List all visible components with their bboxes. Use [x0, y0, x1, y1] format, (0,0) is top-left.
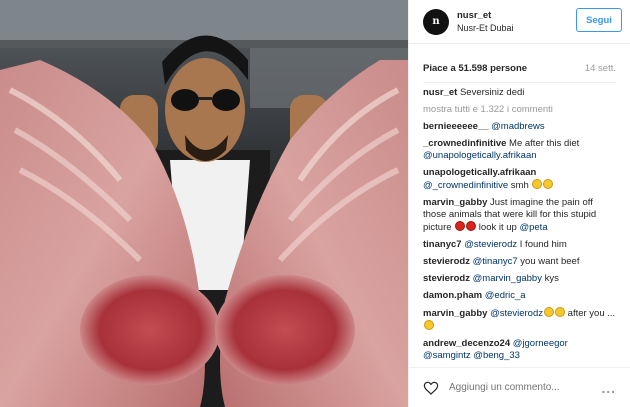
tears-of-joy-emoji-icon — [544, 307, 555, 317]
heart-icon[interactable] — [423, 380, 439, 396]
grimacing-emoji-icon — [424, 320, 434, 330]
post-time[interactable]: 14 sett. — [585, 63, 616, 74]
comment-username[interactable]: stevierodz — [423, 273, 470, 284]
instagram-post: n nusr_et Nusr-Et Dubai Segui Piace a 51… — [0, 0, 630, 407]
comment-item: unapologetically.afrikaan @_crownedinfin… — [423, 167, 616, 192]
comment-text: Me after this diet — [506, 138, 580, 149]
tears-of-joy-emoji-icon — [555, 307, 566, 317]
comment-text: kys — [541, 273, 559, 284]
comment-username[interactable]: bernieeeeee__ — [423, 121, 489, 132]
comment-username[interactable]: andrew_decenzo24 — [423, 338, 510, 349]
follow-button[interactable]: Segui — [576, 8, 622, 32]
comment-mention[interactable]: @stevierodz — [464, 239, 517, 250]
comment-mention[interactable]: @unapologetically.afrikaan — [423, 150, 537, 161]
comment-username[interactable]: marvin_gabby — [423, 197, 487, 208]
comment-mention[interactable]: @tinanyc7 — [473, 256, 518, 267]
comment-username[interactable]: stevierodz — [423, 256, 470, 267]
comment-item: marvin_gabby Just imagine the pain off t… — [423, 197, 616, 234]
caption-text: Seversiniz dedi — [457, 87, 525, 98]
angry-face-emoji-icon — [466, 221, 477, 231]
stats-row: Piace a 51.598 persone 14 sett. — [409, 44, 630, 74]
avatar[interactable]: n — [423, 8, 449, 35]
angry-face-emoji-icon — [455, 221, 466, 231]
header-username[interactable]: nusr_et — [457, 10, 514, 22]
comment-item: bernieeeeee__ @madbrews — [423, 121, 616, 133]
comment-footer: ... — [409, 367, 630, 407]
tears-of-joy-emoji-icon — [532, 179, 543, 189]
comment-mention[interactable]: @_crownedinfinitive — [423, 180, 508, 191]
comment-username[interactable]: unapologetically.afrikaan — [423, 167, 536, 178]
comment-item: damon.pham @edric_a — [423, 290, 616, 302]
caption-username[interactable]: nusr_et — [423, 87, 457, 98]
comment-text: I found him — [517, 239, 567, 250]
comment-text: look it up — [476, 222, 520, 233]
comment-mention[interactable]: @stevierodz — [490, 308, 543, 319]
comment-mention[interactable]: @edric_a — [485, 290, 526, 301]
comment-item: andrew_decenzo24 @jgorneegor @samgintz @… — [423, 338, 616, 362]
comment-item: _crownedinfinitive Me after this diet @u… — [423, 138, 616, 162]
comment-text: you want beef — [517, 256, 580, 267]
post-header: n nusr_et Nusr-Et Dubai Segui — [409, 0, 630, 44]
comment-username[interactable]: damon.pham — [423, 290, 482, 301]
add-comment-input[interactable] — [449, 382, 602, 393]
comments-list: nusr_et Seversiniz dedi mostra tutti e 1… — [409, 83, 630, 362]
comment-item: marvin_gabby @stevierodz after you ... — [423, 307, 616, 333]
tears-of-joy-emoji-icon — [543, 179, 554, 189]
header-text: nusr_et Nusr-Et Dubai — [457, 10, 514, 34]
comment-mention[interactable]: @marvin_gabby — [473, 273, 542, 284]
comment-item: stevierodz @marvin_gabby kys — [423, 273, 616, 285]
comment-username[interactable]: _crownedinfinitive — [423, 138, 506, 149]
caption: nusr_et Seversiniz dedi — [423, 87, 616, 99]
comment-username[interactable]: tinanyc7 — [423, 239, 462, 250]
show-all-comments-link[interactable]: mostra tutti e 1.322 i commenti — [423, 104, 616, 116]
comment-username[interactable]: marvin_gabby — [423, 308, 487, 319]
comment-text: smh — [508, 180, 529, 191]
likes-count[interactable]: Piace a 51.598 persone — [423, 63, 527, 74]
meat-photo-illustration — [0, 0, 408, 407]
comment-text: after you ... — [565, 308, 616, 319]
comment-item: tinanyc7 @stevierodz I found him — [423, 239, 616, 251]
comment-mention[interactable]: @peta — [519, 222, 547, 233]
more-options-icon[interactable]: ... — [601, 380, 616, 396]
comment-mention[interactable]: @madbrews — [491, 121, 544, 132]
post-side-panel: n nusr_et Nusr-Et Dubai Segui Piace a 51… — [408, 0, 630, 407]
comment-item: stevierodz @tinanyc7 you want beef — [423, 256, 616, 268]
header-location[interactable]: Nusr-Et Dubai — [457, 22, 514, 34]
post-photo[interactable] — [0, 0, 408, 407]
